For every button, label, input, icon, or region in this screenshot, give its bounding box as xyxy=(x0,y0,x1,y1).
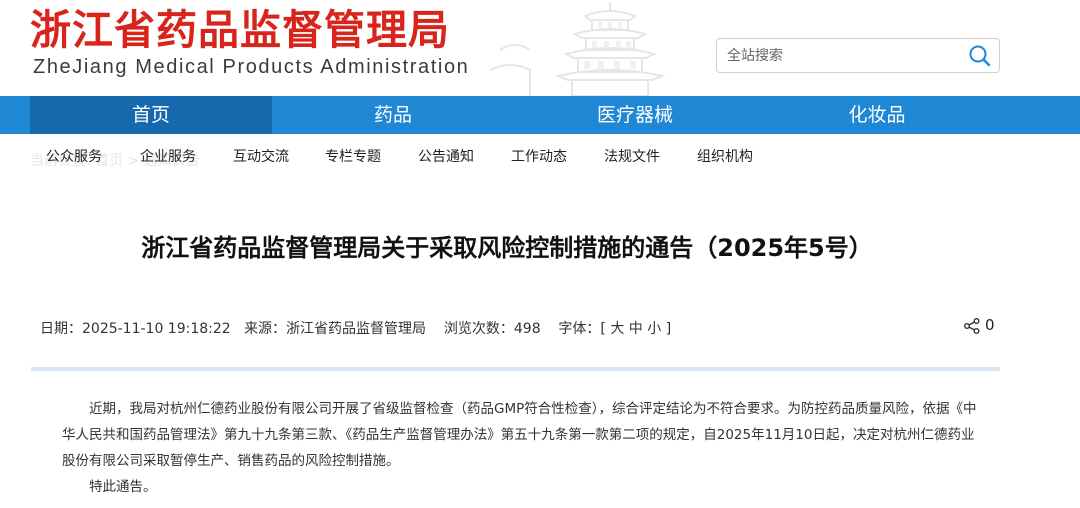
sub-nav: 当前位置: 首页 > 通知公告 公众服务 企业服务 互动交流 专栏专题 公告通知… xyxy=(0,134,1080,178)
content-divider xyxy=(31,367,1000,371)
font-size-end: ] xyxy=(665,321,672,337)
nav-item-home[interactable]: 首页 xyxy=(30,96,272,134)
nav-item-drugs[interactable]: 药品 xyxy=(272,96,514,134)
article-meta: 日期：2025-11-10 19:18:22 来源：浙江省药品监督管理局 浏览次… xyxy=(40,318,671,338)
subnav-item-special-topics[interactable]: 专栏专题 xyxy=(325,146,381,166)
search-input[interactable] xyxy=(727,45,963,67)
subnav-item-work-news[interactable]: 工作动态 xyxy=(511,146,567,166)
article-paragraph: 近期，我局对杭州仁德药业股份有限公司开展了省级监督检查（药品GMP符合性检查），… xyxy=(62,401,977,469)
search-icon xyxy=(969,45,991,67)
subnav-item-notices[interactable]: 公告通知 xyxy=(418,146,474,166)
source-value: 浙江省药品监督管理局 xyxy=(286,321,427,337)
search-button[interactable] xyxy=(967,43,993,69)
page-title: 浙江省药品监督管理局关于采取风险控制措施的通告（2025年5号） xyxy=(141,234,873,262)
source-label: 来源： xyxy=(244,321,287,337)
font-size-label: 字体：[ xyxy=(558,321,606,337)
subnav-item-public-service[interactable]: 公众服务 xyxy=(46,146,102,166)
nav-item-medical-devices[interactable]: 医疗器械 xyxy=(514,96,756,134)
subnav-item-enterprise-service[interactable]: 企业服务 xyxy=(140,146,196,166)
subnav-item-organization[interactable]: 组织机构 xyxy=(697,146,753,166)
pagoda-watermark-icon xyxy=(489,2,666,96)
site-header: 浙江省药品监督管理局 ZheJiang Medical Products Adm… xyxy=(0,0,1080,96)
subnav-item-regulations[interactable]: 法规文件 xyxy=(604,146,660,166)
site-logo-subtitle: ZheJiang Medical Products Administration xyxy=(33,56,470,78)
main-nav: 首页 药品 医疗器械 化妆品 xyxy=(0,96,1080,134)
share-icon xyxy=(964,318,980,334)
nav-item-cosmetics[interactable]: 化妆品 xyxy=(756,96,998,134)
article-paragraph: 特此通告。 xyxy=(89,479,157,495)
font-size-large-link[interactable]: 大 xyxy=(610,321,624,337)
share-count: 0 xyxy=(985,316,995,334)
views-count: 498 xyxy=(513,321,541,337)
font-size-small-link[interactable]: 小 xyxy=(647,321,661,337)
publish-date: 2025-11-10 19:18:22 xyxy=(82,321,231,337)
date-label: 日期： xyxy=(40,321,82,337)
subnav-item-interaction[interactable]: 互动交流 xyxy=(233,146,289,166)
article-body: 近期，我局对杭州仁德药业股份有限公司开展了省级监督检查（药品GMP符合性检查），… xyxy=(62,396,982,500)
site-logo-title[interactable]: 浙江省药品监督管理局 xyxy=(30,4,450,56)
font-size-medium-link[interactable]: 中 xyxy=(629,321,643,337)
search-box xyxy=(716,38,1000,73)
views-label: 浏览次数： xyxy=(443,321,514,337)
